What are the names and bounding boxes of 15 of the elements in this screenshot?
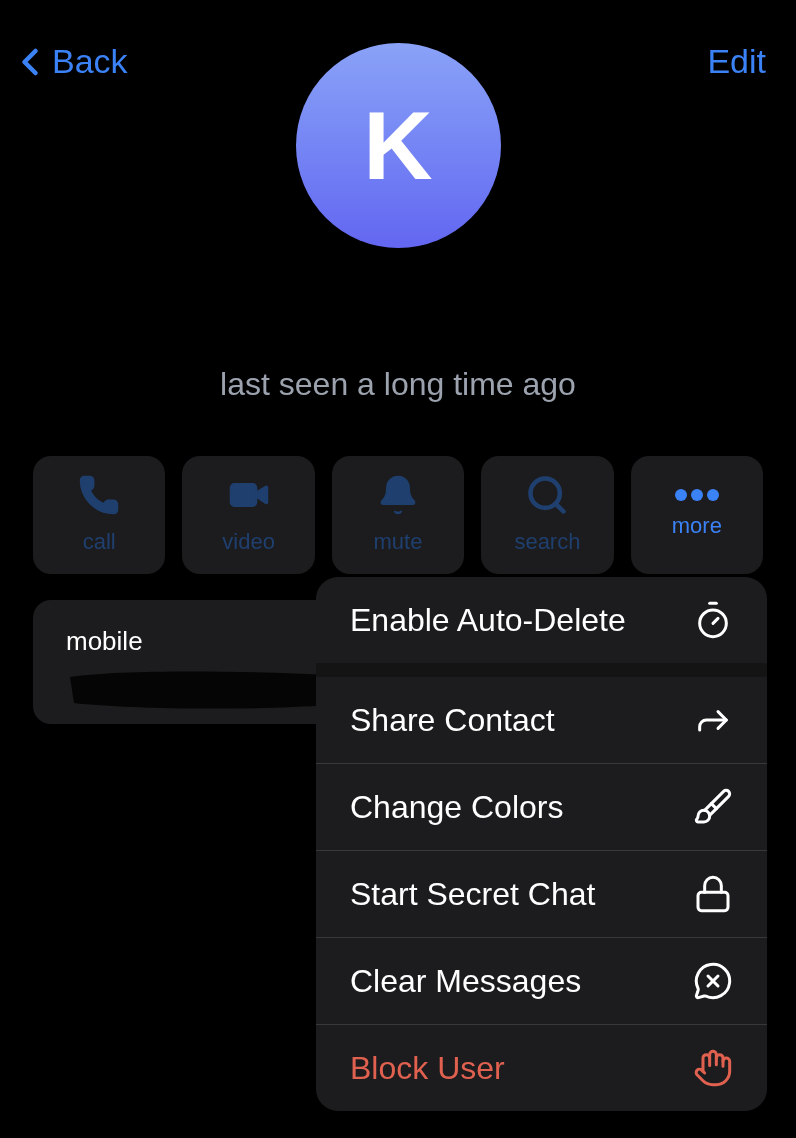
menu-item[interactable]: Change Colors <box>316 764 767 850</box>
menu-item[interactable]: Start Secret Chat <box>316 851 767 937</box>
menu-item[interactable]: Enable Auto-Delete <box>316 577 767 663</box>
action-button[interactable]: more <box>630 456 764 574</box>
edit-button[interactable]: Edit <box>707 36 780 87</box>
avatar: K <box>295 43 501 248</box>
menu-item[interactable]: Block User <box>316 1025 767 1111</box>
phone-label: mobile <box>66 625 144 658</box>
more-icon <box>674 488 719 501</box>
menu-item[interactable]: Share Contact <box>316 677 767 763</box>
menu-item[interactable]: Clear Messages <box>316 938 767 1024</box>
back-button[interactable]: Back <box>16 36 128 87</box>
hand-icon <box>693 1048 733 1088</box>
chat-bubble-x-icon <box>693 961 733 1001</box>
last-seen-status: last seen a long time ago <box>220 365 576 404</box>
